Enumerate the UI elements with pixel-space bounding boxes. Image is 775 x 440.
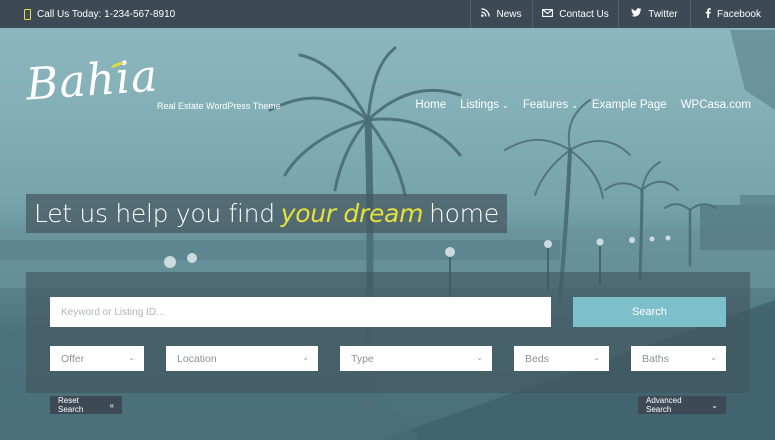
nav-label: Features	[522, 99, 569, 111]
rss-icon	[481, 8, 491, 20]
baths-select[interactable]: Baths ⌄	[631, 346, 726, 371]
headline-highlight: your dream	[280, 199, 424, 228]
call-us: Call Us Today: 1-234-567-8910	[0, 0, 175, 28]
top-link-contact[interactable]: Contact Us	[532, 0, 618, 28]
type-select[interactable]: Type ⌄	[340, 346, 492, 371]
call-us-text: Call Us Today: 1-234-567-8910	[37, 8, 176, 20]
top-link-twitter[interactable]: Twitter	[618, 0, 690, 28]
chevron-down-icon: ⌄	[710, 353, 717, 362]
search-panel: Keyword or Listing ID... Search Offer ⌄ …	[26, 272, 750, 393]
headline-post: home	[429, 199, 499, 228]
nav-label: Home	[415, 99, 447, 111]
reset-search-button[interactable]: Reset Search «	[50, 396, 122, 414]
nav-label: Listings	[460, 99, 500, 111]
search-button[interactable]: Search	[573, 297, 726, 327]
top-links: News Contact Us Twitter Facebook	[470, 0, 775, 28]
site-logo[interactable]: Bahia	[24, 50, 159, 110]
nav-item-wpcasa[interactable]: WPCasa.com	[681, 99, 751, 111]
top-link-label: News	[496, 8, 522, 20]
double-chevron-left-icon: «	[109, 400, 114, 410]
chevron-down-icon: ⌄	[302, 353, 309, 362]
select-value: Type	[351, 352, 374, 365]
hero-headline: Let us help you find your dream home	[26, 194, 507, 233]
reset-search-label: Reset Search	[58, 396, 84, 414]
keyword-search-input[interactable]: Keyword or Listing ID...	[50, 297, 551, 327]
select-value: Baths	[642, 352, 669, 365]
top-link-facebook[interactable]: Facebook	[690, 0, 775, 28]
top-link-label: Twitter	[648, 8, 678, 20]
twitter-icon	[631, 8, 642, 20]
chevron-down-icon: ⌄	[711, 400, 718, 410]
top-link-news[interactable]: News	[470, 0, 532, 28]
select-value: Offer	[61, 352, 85, 365]
nav-item-example-page[interactable]: Example Page	[592, 99, 667, 111]
nav-label: Example Page	[591, 99, 667, 111]
nav-item-listings[interactable]: Listings ⌄	[460, 99, 509, 111]
chevron-down-icon: ⌄	[593, 353, 600, 362]
nav-item-home[interactable]: Home	[415, 99, 446, 111]
chevron-down-icon: ⌄	[571, 100, 578, 110]
nav-item-features[interactable]: Features ⌄	[523, 99, 578, 111]
beds-select[interactable]: Beds ⌄	[514, 346, 609, 371]
advanced-search-label: Advanced Search	[646, 396, 682, 414]
select-value: Beds	[525, 352, 549, 365]
phone-icon	[24, 8, 31, 20]
chevron-down-icon: ⌄	[128, 353, 135, 362]
nav-label: WPCasa.com	[680, 99, 751, 111]
chevron-down-icon: ⌄	[476, 353, 483, 362]
top-link-label: Contact Us	[559, 8, 609, 20]
location-select[interactable]: Location ⌄	[166, 346, 318, 371]
facebook-icon	[705, 7, 711, 21]
main-nav: Home Listings ⌄ Features ⌄ Example Page WP…	[401, 99, 751, 111]
headline-pre: Let us help you find	[34, 199, 275, 228]
site-tagline: Real Estate WordPress Theme	[157, 101, 281, 111]
chevron-down-icon: ⌄	[502, 100, 509, 110]
top-bar: Call Us Today: 1-234-567-8910 News Conta…	[0, 0, 775, 28]
top-link-label: Facebook	[717, 8, 761, 20]
offer-select[interactable]: Offer ⌄	[50, 346, 144, 371]
select-value: Location	[177, 352, 217, 365]
advanced-search-button[interactable]: Advanced Search ⌄	[638, 396, 726, 414]
envelope-icon	[542, 8, 554, 20]
